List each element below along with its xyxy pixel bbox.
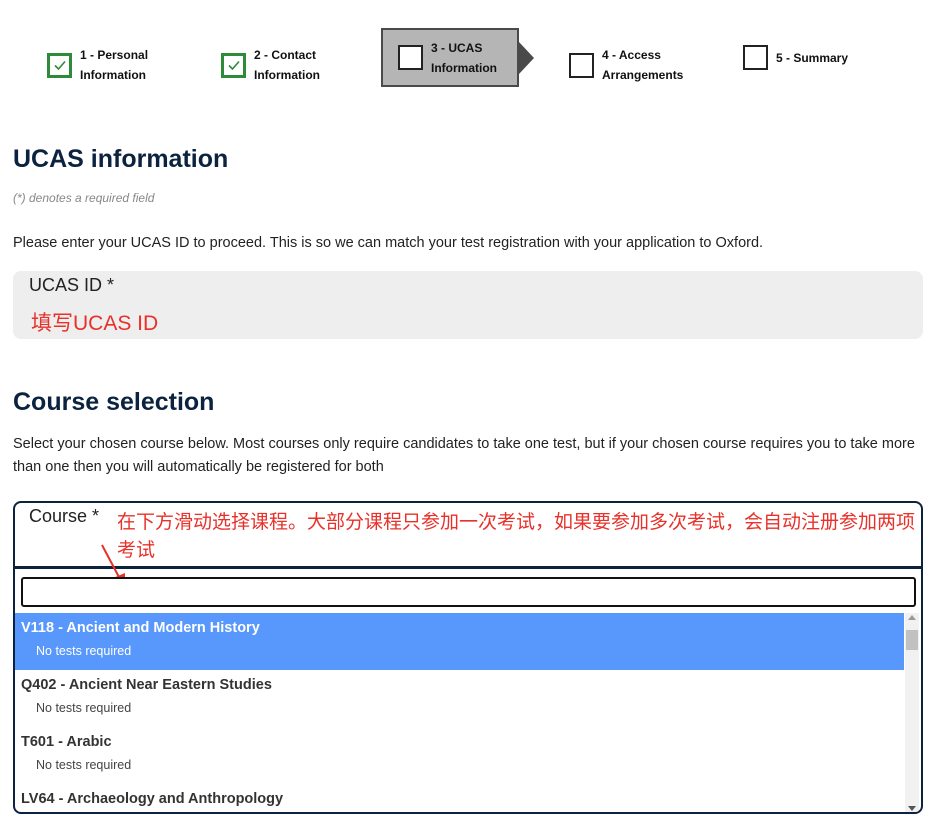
course-option-title: T601 - Arabic: [21, 734, 112, 750]
course-option-subtitle: No tests required: [36, 644, 132, 658]
step-label: 3 - UCAS Information: [431, 40, 497, 75]
step-contact-information[interactable]: 2 - Contact Information: [221, 45, 320, 85]
required-field-note: (*) denotes a required field: [13, 191, 155, 205]
course-options-list: V118 - Ancient and Modern History No tes…: [15, 613, 904, 812]
step-access-arrangements[interactable]: 4 - Access Arrangements: [569, 45, 683, 85]
course-option[interactable]: V118 - Ancient and Modern History No tes…: [15, 613, 904, 670]
checkmark-icon: [221, 52, 246, 78]
step-label: 2 - Contact Information: [254, 48, 320, 82]
scroll-thumb[interactable]: [906, 630, 918, 650]
course-option[interactable]: Q402 - Ancient Near Eastern Studies No t…: [15, 670, 904, 727]
course-option-title: V118 - Ancient and Modern History: [21, 620, 260, 636]
course-option-title: Q402 - Ancient Near Eastern Studies: [21, 677, 272, 693]
step-personal-information[interactable]: 1 - Personal Information: [47, 45, 148, 85]
empty-checkbox-icon: [569, 52, 594, 78]
ucas-id-field[interactable]: UCAS ID * 填写UCAS ID: [13, 271, 923, 339]
ucas-id-annotation: 填写UCAS ID: [31, 312, 159, 335]
course-label: Course *: [29, 506, 100, 526]
course-select[interactable]: Course * 在下方滑动选择课程。大部分课程只参加一次考试，如果要参加多次考…: [13, 501, 923, 814]
course-heading: Course selection: [13, 388, 215, 416]
course-option[interactable]: LV64 - Archaeology and Anthropology: [15, 784, 904, 812]
options-scrollbar[interactable]: [905, 613, 919, 812]
course-annotation: 在下方滑动选择课程。大部分课程只参加一次考试，如果要参加多次考试，会自动注册参加…: [117, 512, 916, 561]
course-option[interactable]: T601 - Arabic No tests required: [15, 727, 904, 784]
checkmark-icon: [47, 52, 72, 78]
step-summary[interactable]: 5 - Summary: [743, 45, 848, 70]
ucas-instructions: Please enter your UCAS ID to proceed. Th…: [13, 235, 764, 251]
ucas-id-label: UCAS ID *: [29, 275, 115, 295]
course-select-header[interactable]: Course * 在下方滑动选择课程。大部分课程只参加一次考试，如果要参加多次考…: [15, 503, 921, 569]
active-step-arrow-icon: [519, 42, 534, 74]
course-option-subtitle: No tests required: [36, 758, 132, 772]
ucas-heading: UCAS information: [13, 145, 229, 173]
course-option-title: LV64 - Archaeology and Anthropology: [21, 791, 284, 807]
course-search-input[interactable]: [21, 577, 916, 607]
step-label: 5 - Summary: [776, 50, 849, 65]
course-option-subtitle: No tests required: [36, 701, 132, 715]
empty-checkbox-icon: [398, 45, 423, 70]
progress-stepper: 1 - Personal Information 2 - Contact Inf…: [0, 0, 930, 112]
scroll-up-icon[interactable]: [908, 615, 916, 620]
step-ucas-information[interactable]: 3 - UCAS Information: [381, 28, 534, 87]
empty-checkbox-icon: [743, 45, 768, 70]
course-instructions: Select your chosen course below. Most co…: [13, 436, 915, 475]
step-label: 4 - Access Arrangements: [602, 48, 684, 82]
scroll-down-icon[interactable]: [908, 806, 916, 811]
step-label: 1 - Personal Information: [80, 48, 149, 82]
